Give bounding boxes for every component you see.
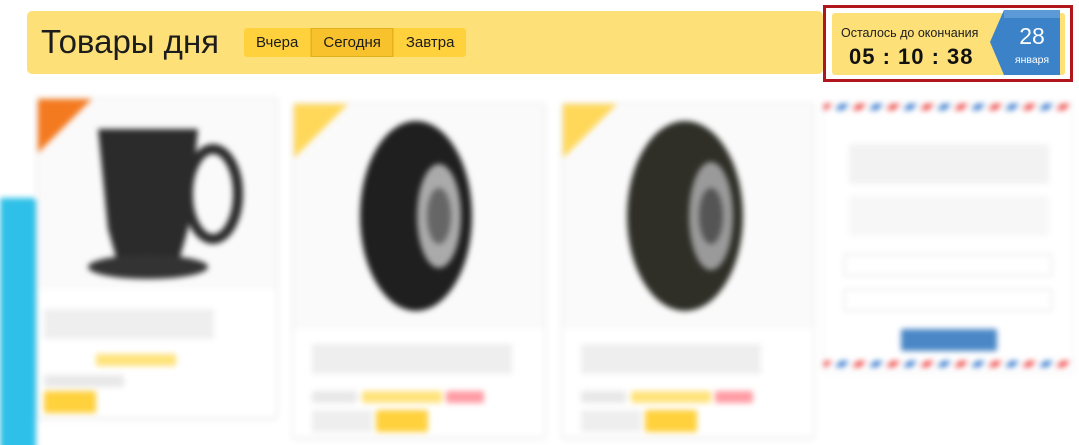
product-card[interactable] [293,103,545,438]
airmail-border-top [824,104,1072,110]
subscribe-box [823,103,1073,373]
email-field[interactable] [844,289,1052,311]
name-field[interactable] [844,254,1052,276]
product-price [645,410,697,432]
product-meta [312,391,357,403]
header-bar: Товары дня Вчера Сегодня Завтра [27,11,823,74]
product-old-price [312,410,372,432]
subscribe-title-placeholder [849,144,1049,184]
countdown-label: Осталось до окончания [841,26,979,40]
product-name-placeholder [581,344,761,374]
countdown-timer: 05 : 10 : 38 [849,44,974,69]
product-name-placeholder [44,309,214,339]
date-month: января [1014,54,1050,66]
product-sale-tag [715,391,753,403]
side-feedback-tab[interactable] [0,198,36,445]
subscribe-description-placeholder [849,196,1049,236]
product-tag [362,391,442,403]
page-title: Товары дня [41,23,220,60]
product-price [376,410,428,432]
tab-tomorrow[interactable]: Завтра [393,28,467,57]
subscribe-button[interactable] [901,329,997,351]
product-tag [96,354,176,366]
product-tag [631,391,711,403]
product-badge [563,104,617,158]
product-name-placeholder [312,344,512,374]
product-sale-tag [446,391,484,403]
date-day: 28 [1019,23,1045,49]
day-tabs: Вчера Сегодня Завтра [244,28,467,57]
tab-yesterday[interactable]: Вчера [244,28,312,57]
product-price [44,391,96,413]
product-card[interactable] [562,103,814,438]
date-ribbon-icon: 28 января [990,10,1060,75]
product-meta [581,391,626,403]
airmail-border-bottom [824,361,1072,367]
countdown-highlight: Осталось до окончания 05 : 10 : 38 28 ян… [823,5,1073,82]
tab-today[interactable]: Сегодня [311,28,394,57]
product-card[interactable] [37,98,277,418]
product-meta [44,375,124,387]
product-badge [294,104,348,158]
product-area [0,88,1079,445]
product-badge [38,99,92,153]
product-old-price [581,410,641,432]
